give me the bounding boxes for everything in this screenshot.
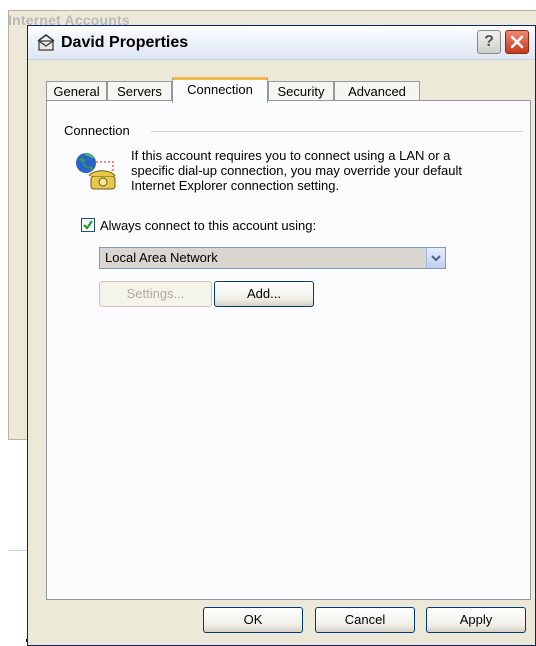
tab-servers[interactable]: Servers xyxy=(107,81,172,101)
connection-select-value: Local Area Network xyxy=(105,250,218,265)
description-line: specific dial-up connection, you may ove… xyxy=(131,163,462,178)
dialog-title: David Properties xyxy=(61,34,189,51)
close-button[interactable] xyxy=(505,30,529,54)
help-icon: ? xyxy=(484,33,494,50)
tab-label: Advanced xyxy=(348,84,406,99)
tab-advanced[interactable]: Advanced xyxy=(334,81,420,101)
apply-button[interactable]: Apply xyxy=(426,607,526,633)
close-icon xyxy=(506,35,528,57)
tab-connection[interactable]: Connection xyxy=(172,77,268,103)
account-icon xyxy=(36,33,56,51)
help-button[interactable]: ? xyxy=(477,30,501,54)
group-divider xyxy=(151,131,523,132)
tab-security[interactable]: Security xyxy=(268,81,334,101)
connection-description: If this account requires you to connect … xyxy=(131,148,521,193)
ok-button[interactable]: OK xyxy=(203,607,303,633)
description-line: Internet Explorer connection setting. xyxy=(131,178,340,193)
globe-phone-icon xyxy=(73,150,119,196)
always-connect-label[interactable]: Always connect to this account using: xyxy=(100,218,316,233)
tab-general[interactable]: General xyxy=(46,81,107,101)
title-bar[interactable]: David Properties ? xyxy=(28,26,535,60)
description-line: If this account requires you to connect … xyxy=(131,148,451,163)
group-label: Connection xyxy=(64,123,134,138)
properties-dialog: David Properties ? General Servers Conne… xyxy=(27,25,536,646)
tab-label: General xyxy=(53,84,100,99)
always-connect-checkbox[interactable] xyxy=(81,218,95,232)
cancel-button[interactable]: Cancel xyxy=(315,607,415,633)
tab-label: Security xyxy=(277,84,325,99)
chevron-down-icon[interactable] xyxy=(426,248,445,268)
tab-label: Connection xyxy=(187,82,253,97)
tab-label: Servers xyxy=(117,84,162,99)
connection-panel: Connection If this account requires you … xyxy=(46,100,531,600)
settings-button[interactable]: Settings... xyxy=(99,281,212,307)
add-button[interactable]: Add... xyxy=(214,281,314,307)
connection-select[interactable]: Local Area Network xyxy=(99,247,446,269)
